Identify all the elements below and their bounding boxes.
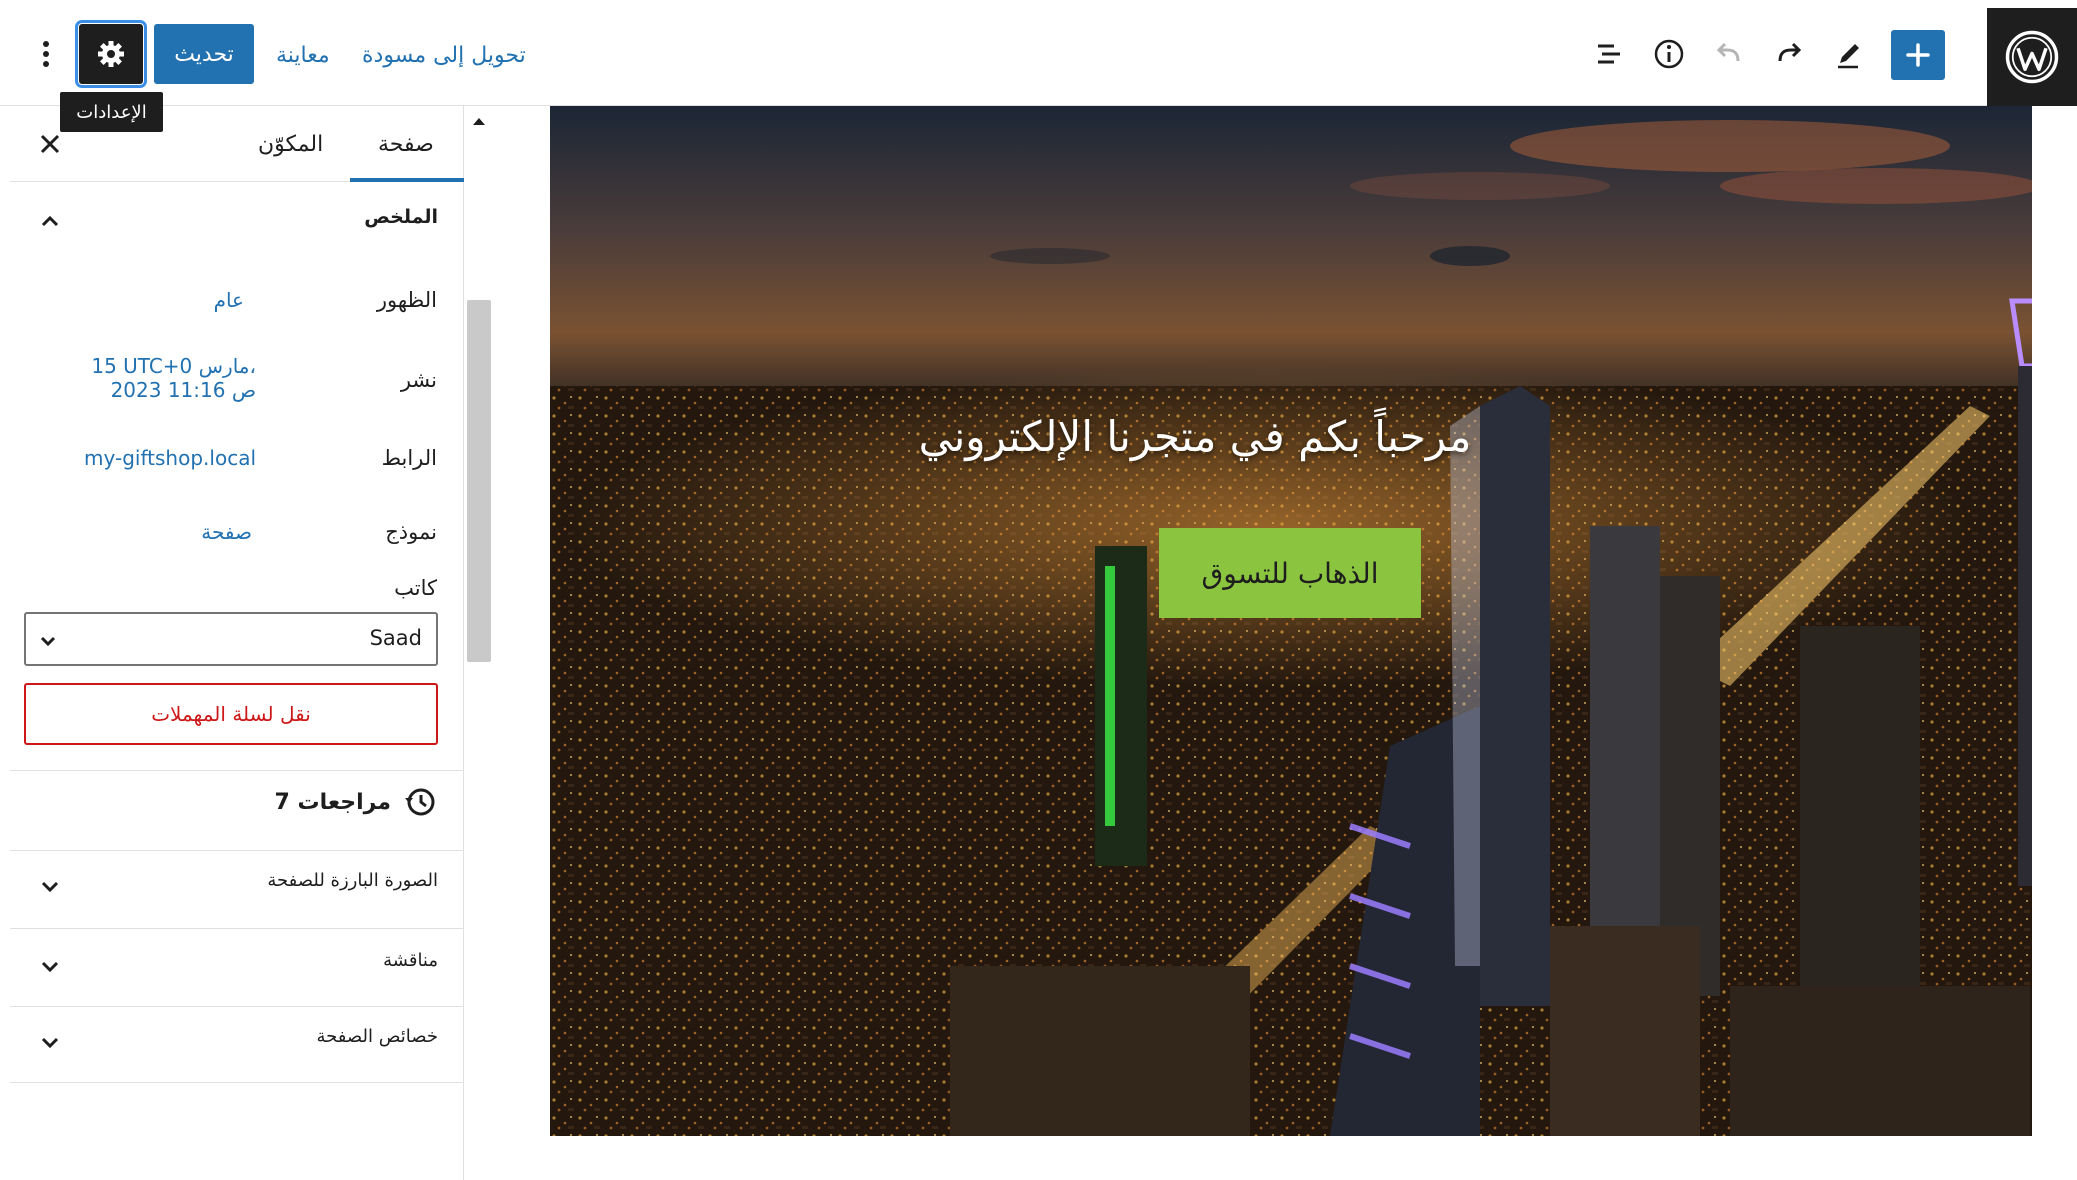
active-tab-indicator [350, 178, 464, 182]
divider [10, 850, 464, 851]
publish-date-line1: 15 UTC+0 مارس، [91, 354, 256, 378]
preview-button[interactable]: معاينة [276, 30, 330, 80]
url-label: الرابط [381, 446, 437, 470]
redo-button[interactable] [1767, 32, 1811, 76]
cover-heading[interactable]: مرحباً بكم في متجرنا الإلكتروني [550, 412, 1840, 461]
summary-panel-title: الملخص [364, 206, 438, 228]
go-shopping-button[interactable]: الذهاب للتسوق [1159, 528, 1421, 618]
visibility-label: الظهور [376, 288, 437, 312]
divider [10, 770, 464, 771]
editor-toolbar: تحويل إلى مسودة معاينة تحديث [0, 0, 2077, 106]
add-block-button[interactable] [1891, 30, 1945, 80]
page-attributes-panel-toggle[interactable]: خصائص الصفحة [10, 1012, 464, 1072]
update-button[interactable]: تحديث [154, 24, 254, 84]
move-to-trash-button[interactable]: نقل لسلة المهملات [24, 683, 438, 745]
switch-to-draft-button[interactable]: تحويل إلى مسودة [362, 30, 526, 80]
undo-icon [1716, 42, 1740, 62]
scrollbar-thumb[interactable] [467, 300, 491, 662]
scroll-up-arrow-icon[interactable] [470, 112, 488, 130]
divider [10, 928, 464, 929]
list-view-button[interactable] [1587, 32, 1631, 76]
tab-page[interactable]: صفحة [378, 124, 434, 164]
details-button[interactable] [1647, 32, 1691, 76]
list-view-icon [1598, 44, 1620, 64]
featured-image-panel-title: الصورة البارزة للصفحة [267, 870, 438, 891]
template-label: نموذج [385, 520, 437, 544]
kebab-menu-icon [43, 41, 49, 67]
plus-icon [1906, 43, 1930, 67]
chevron-down-icon [32, 1024, 68, 1060]
author-label: كاتب [394, 576, 437, 600]
options-menu-button[interactable] [28, 32, 64, 76]
city-night-skyline-image [550, 106, 2032, 1136]
author-select[interactable]: Saad [24, 612, 438, 666]
divider [10, 1006, 464, 1007]
wordpress-icon [2005, 30, 2059, 84]
cover-block[interactable] [550, 106, 2032, 1136]
gear-icon [98, 41, 124, 67]
settings-button[interactable] [75, 20, 147, 88]
info-icon [1654, 39, 1684, 69]
page-attributes-panel-title: خصائص الصفحة [316, 1026, 438, 1047]
chevron-down-icon [32, 948, 68, 984]
pencil-icon [1838, 44, 1859, 69]
close-icon [40, 134, 60, 154]
wordpress-logo-button[interactable] [1987, 8, 2077, 106]
divider [10, 1082, 464, 1083]
backup-icon [405, 788, 435, 816]
discussion-panel-toggle[interactable]: مناقشة [10, 936, 464, 996]
discussion-panel-title: مناقشة [383, 950, 438, 971]
publish-date-line2: 2023 11:16 ص [110, 378, 256, 402]
visibility-value[interactable]: عام [200, 288, 244, 312]
settings-sidebar: المكوّن صفحة الملخص الظهور عام نشر 15 UT… [10, 106, 464, 1180]
undo-button[interactable] [1707, 32, 1751, 76]
publish-label: نشر [400, 368, 437, 392]
revisions-button[interactable]: 7 مراجعات [275, 782, 437, 822]
template-value[interactable]: صفحة [180, 520, 252, 544]
settings-tooltip: الإعدادات [60, 92, 163, 132]
publish-date-value[interactable]: 15 UTC+0 مارس، 2023 11:16 ص [70, 354, 256, 402]
chevron-down-icon [40, 636, 56, 647]
redo-icon [1778, 42, 1802, 62]
chevron-down-icon [32, 868, 68, 904]
summary-panel-toggle[interactable]: الملخص [10, 192, 464, 252]
url-value[interactable]: my-giftshop.local [80, 446, 256, 470]
revisions-label: 7 مراجعات [274, 789, 391, 815]
tab-block[interactable]: المكوّن [258, 124, 323, 164]
tools-button[interactable] [1827, 32, 1871, 76]
author-select-value: Saad [369, 626, 422, 650]
featured-image-panel-toggle[interactable]: الصورة البارزة للصفحة [10, 856, 464, 916]
chevron-up-icon [32, 204, 68, 240]
